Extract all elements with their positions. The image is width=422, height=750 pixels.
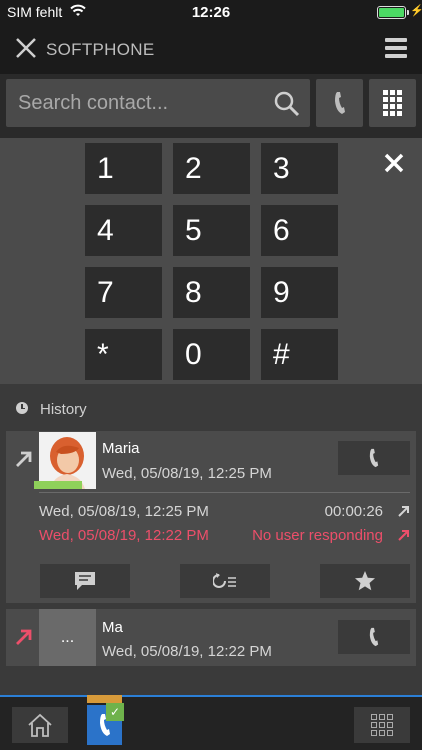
home-button[interactable] bbox=[12, 707, 68, 743]
battery-tip bbox=[407, 10, 409, 15]
dial-key-3[interactable]: 3 bbox=[261, 143, 338, 194]
search-icon[interactable] bbox=[274, 91, 300, 117]
search-field[interactable] bbox=[6, 79, 310, 127]
history-header: History bbox=[0, 384, 422, 432]
call-detail-time: Wed, 05/08/19, 12:22 PM bbox=[39, 527, 209, 544]
call-status: No user responding bbox=[252, 527, 383, 544]
divider bbox=[39, 492, 410, 493]
failed-call-arrow-icon bbox=[16, 629, 32, 645]
outgoing-call-arrow-icon bbox=[398, 506, 409, 517]
dial-key-8[interactable]: 8 bbox=[173, 267, 250, 318]
dial-key-1[interactable]: 1 bbox=[85, 143, 162, 194]
favorite-button[interactable] bbox=[320, 564, 410, 598]
clock: 12:26 bbox=[191, 4, 231, 21]
search-bar bbox=[0, 74, 422, 138]
contact-name: Maria bbox=[102, 440, 140, 457]
dial-key-9[interactable]: 9 bbox=[261, 267, 338, 318]
message-icon bbox=[75, 572, 95, 590]
battery-icon bbox=[377, 6, 406, 19]
keypad-icon bbox=[383, 90, 402, 116]
call-time: Wed, 05/08/19, 12:25 PM bbox=[102, 465, 272, 482]
dial-key-2[interactable]: 2 bbox=[173, 143, 250, 194]
dial-key-6[interactable]: 6 bbox=[261, 205, 338, 256]
history-label: History bbox=[40, 401, 87, 418]
favorite-star-icon bbox=[355, 571, 375, 591]
dial-key-star[interactable]: * bbox=[85, 329, 162, 380]
dial-key-4[interactable]: 4 bbox=[85, 205, 162, 256]
apps-button[interactable] bbox=[354, 707, 410, 743]
call-button[interactable] bbox=[338, 620, 410, 654]
home-icon bbox=[28, 713, 52, 737]
phone-icon bbox=[369, 627, 379, 647]
hamburger-menu-icon[interactable] bbox=[385, 38, 407, 60]
clock-icon bbox=[16, 402, 28, 414]
failed-call-arrow-icon bbox=[398, 530, 409, 541]
active-tab-indicator bbox=[87, 695, 122, 703]
phone-mode-button[interactable] bbox=[316, 79, 363, 127]
bottom-navigation: ✓ bbox=[0, 695, 422, 750]
phone-icon bbox=[369, 448, 379, 468]
app-header: SOFTPHONE bbox=[0, 24, 422, 74]
status-bar: SIM fehlt 12:26 ⚡ bbox=[0, 0, 422, 24]
avatar-placeholder: ... bbox=[39, 609, 96, 666]
dial-key-hash[interactable]: # bbox=[261, 329, 338, 380]
outgoing-call-arrow-icon bbox=[16, 451, 32, 467]
call-history-button[interactable] bbox=[180, 564, 270, 598]
search-input[interactable] bbox=[18, 79, 268, 127]
history-entry[interactable]: Maria Wed, 05/08/19, 12:25 PM Wed, 05/08… bbox=[6, 431, 416, 603]
call-button[interactable] bbox=[338, 441, 410, 475]
call-duration: 00:00:26 bbox=[324, 503, 383, 520]
dial-key-0[interactable]: 0 bbox=[173, 329, 250, 380]
presence-indicator bbox=[34, 481, 82, 489]
apps-grid-icon bbox=[371, 714, 393, 736]
history-entry[interactable]: ... Ma Wed, 05/08/19, 12:22 PM bbox=[6, 609, 416, 666]
close-icon[interactable] bbox=[383, 152, 405, 174]
dialpad: 1 2 3 4 5 6 7 8 9 * 0 # bbox=[0, 138, 422, 384]
call-history-icon bbox=[213, 573, 236, 588]
dial-key-5[interactable]: 5 bbox=[173, 205, 250, 256]
message-button[interactable] bbox=[40, 564, 130, 598]
page-title: SOFTPHONE bbox=[46, 40, 155, 59]
close-icon[interactable] bbox=[14, 36, 38, 60]
call-time: Wed, 05/08/19, 12:22 PM bbox=[102, 643, 272, 660]
keypad-toggle-button[interactable] bbox=[369, 79, 416, 127]
charging-bolt-icon: ⚡ bbox=[410, 5, 422, 17]
call-detail-time: Wed, 05/08/19, 12:25 PM bbox=[39, 503, 209, 520]
dial-key-7[interactable]: 7 bbox=[85, 267, 162, 318]
contact-name: Ma bbox=[102, 619, 123, 636]
checkmark-badge-icon: ✓ bbox=[106, 703, 124, 721]
phone-icon bbox=[334, 92, 345, 114]
